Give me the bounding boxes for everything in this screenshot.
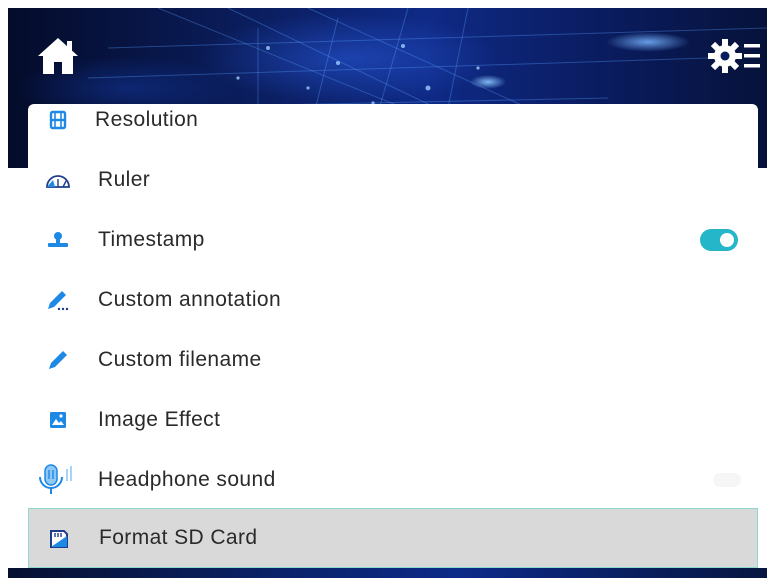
menu-item-timestamp[interactable]: Timestamp: [28, 210, 758, 270]
pencil-icon: [40, 330, 76, 390]
settings-menu-icon: [708, 39, 760, 73]
timestamp-icon: [40, 210, 76, 270]
screen: Resolution Ruler Timestamp Custom annota…: [0, 0, 767, 578]
image-icon: [40, 390, 76, 450]
menu-item-resolution[interactable]: Resolution: [28, 90, 758, 150]
ruler-icon: [40, 150, 76, 210]
settings-button[interactable]: [704, 32, 766, 80]
home-icon: [38, 38, 78, 74]
menu-item-label: Custom annotation: [98, 288, 282, 311]
menu-item-label: Format SD Card: [99, 526, 258, 549]
annotation-pen-icon: [40, 270, 76, 330]
menu-item-custom-annotation[interactable]: Custom annotation: [28, 270, 758, 330]
sd-card-icon: [41, 509, 77, 569]
bottom-banner-strip: [8, 568, 767, 578]
menu-item-custom-filename[interactable]: Custom filename: [28, 330, 758, 390]
menu-item-headphone-sound[interactable]: Headphone sound: [28, 450, 758, 510]
settings-menu: Resolution Ruler Timestamp Custom annota…: [28, 104, 758, 568]
menu-item-label: Resolution: [95, 108, 199, 131]
menu-item-label: Ruler: [98, 168, 151, 191]
home-button[interactable]: [32, 30, 84, 82]
toggle-knob: [720, 233, 734, 247]
menu-item-image-effect[interactable]: Image Effect: [28, 390, 758, 450]
menu-item-ruler[interactable]: Ruler: [28, 150, 758, 210]
timestamp-toggle[interactable]: [700, 229, 738, 251]
microphone-icon: [32, 450, 80, 510]
menu-item-label: Headphone sound: [98, 468, 276, 491]
menu-item-format-sd-card[interactable]: Format SD Card: [28, 508, 758, 568]
menu-item-label: Timestamp: [98, 228, 205, 251]
film-icon: [40, 90, 76, 150]
menu-item-label: Image Effect: [98, 408, 221, 431]
headphone-sound-toggle[interactable]: [713, 473, 741, 487]
menu-item-label: Custom filename: [98, 348, 262, 371]
